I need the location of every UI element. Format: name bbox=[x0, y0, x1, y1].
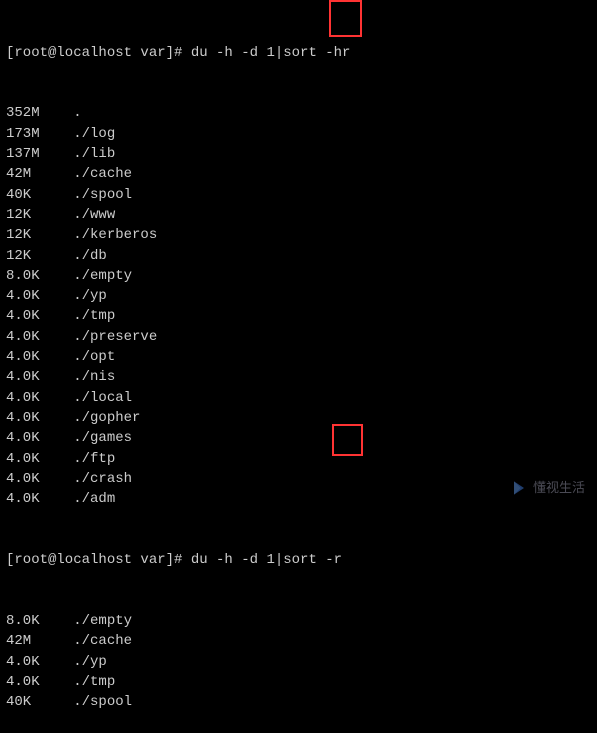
output-row: 4.0K ./nis bbox=[6, 367, 591, 387]
output-row: 4.0K ./games bbox=[6, 428, 591, 448]
output-block-2: 8.0K ./empty42M ./cache4.0K ./yp4.0K ./t… bbox=[6, 611, 591, 712]
terminal-output[interactable]: [root@localhost var]# du -h -d 1|sort -h… bbox=[6, 2, 591, 733]
output-row: 8.0K ./empty bbox=[6, 266, 591, 286]
watermark-text: 懂视生活 bbox=[533, 479, 585, 498]
output-row: 137M ./lib bbox=[6, 144, 591, 164]
output-row: 12K ./db bbox=[6, 246, 591, 266]
output-row: 40K ./spool bbox=[6, 692, 591, 712]
output-row: 40K ./spool bbox=[6, 185, 591, 205]
prompt-line-2: [root@localhost var]# du -h -d 1|sort -r bbox=[6, 550, 591, 570]
output-row: 42M ./cache bbox=[6, 631, 591, 651]
output-row: 173M ./log bbox=[6, 124, 591, 144]
watermark-logo-icon bbox=[509, 478, 529, 498]
output-row: 4.0K ./yp bbox=[6, 652, 591, 672]
output-row: 4.0K ./preserve bbox=[6, 327, 591, 347]
output-row: 4.0K ./ftp bbox=[6, 449, 591, 469]
watermark: 懂视生活 bbox=[509, 478, 585, 498]
output-row: 4.0K ./tmp bbox=[6, 672, 591, 692]
output-row: 42M ./cache bbox=[6, 164, 591, 184]
output-row: 12K ./www bbox=[6, 205, 591, 225]
output-row: 4.0K ./tmp bbox=[6, 306, 591, 326]
output-row: 4.0K ./local bbox=[6, 388, 591, 408]
output-row: 8.0K ./empty bbox=[6, 611, 591, 631]
output-row: 4.0K ./crash bbox=[6, 469, 591, 489]
output-row: 4.0K ./opt bbox=[6, 347, 591, 367]
prompt-line-1: [root@localhost var]# du -h -d 1|sort -h… bbox=[6, 43, 591, 63]
output-row: 12K ./kerberos bbox=[6, 225, 591, 245]
output-row: 4.0K ./yp bbox=[6, 286, 591, 306]
output-row: 4.0K ./gopher bbox=[6, 408, 591, 428]
output-block-1: 352M .173M ./log137M ./lib42M ./cache40K… bbox=[6, 103, 591, 509]
output-row: 352M . bbox=[6, 103, 591, 123]
output-row: 4.0K ./adm bbox=[6, 489, 591, 509]
